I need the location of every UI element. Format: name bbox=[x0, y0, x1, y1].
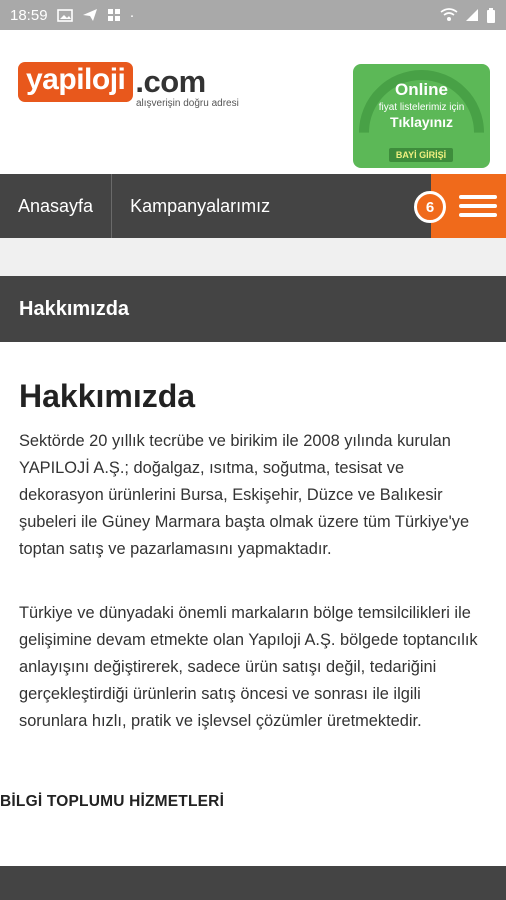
nav-item-anasayfa[interactable]: Anasayfa bbox=[0, 174, 111, 238]
spacer-band bbox=[0, 238, 506, 276]
dealer-login-banner[interactable]: Online fiyat listelerimiz için Tıklayını… bbox=[353, 64, 490, 168]
page-content: Hakkımızda Sektörde 20 yıllık tecrübe ve… bbox=[0, 342, 506, 866]
site-header: yapiloji .com alışverişin doğru adresi O… bbox=[0, 30, 506, 174]
status-time: 18:59 bbox=[10, 6, 48, 24]
logo-suffix: .com bbox=[135, 64, 206, 99]
promo-subtitle: fiyat listelerimiz için bbox=[378, 102, 465, 113]
hamburger-icon bbox=[458, 195, 497, 217]
logo-row: yapiloji .com bbox=[18, 62, 239, 102]
promo-cta: Tıklayınız bbox=[389, 114, 454, 130]
footer-bar bbox=[0, 866, 506, 900]
info-society-services-link[interactable]: BİLGİ TOPLUMU HİZMETLERİ bbox=[0, 793, 224, 811]
cart-count-badge[interactable]: 6 bbox=[414, 191, 446, 223]
about-paragraph-2: Türkiye ve dünyadaki önemli markaların b… bbox=[19, 604, 478, 730]
send-icon bbox=[82, 8, 98, 22]
wifi-icon bbox=[440, 8, 458, 22]
status-right bbox=[440, 7, 496, 23]
section-title-bar: Hakkımızda bbox=[0, 276, 506, 342]
status-dot: · bbox=[129, 6, 135, 24]
logo-tagline: alışverişin doğru adresi bbox=[136, 98, 239, 109]
status-bar: 18:59 · bbox=[0, 0, 506, 30]
logo-main: yapiloji bbox=[18, 62, 134, 102]
promo-title: Online bbox=[395, 80, 448, 99]
about-paragraph-1: Sektörde 20 yıllık tecrübe ve birikim il… bbox=[19, 432, 470, 558]
battery-icon bbox=[486, 7, 496, 23]
status-left: 18:59 · bbox=[10, 7, 135, 24]
image-icon bbox=[56, 8, 73, 22]
grid-icon bbox=[107, 8, 121, 22]
dealer-login-button[interactable]: BAYİ GİRİŞİ bbox=[389, 148, 453, 162]
nav-item-kampanyalar[interactable]: Kampanyalarımız bbox=[112, 174, 288, 238]
page-title: Hakkımızda bbox=[19, 378, 196, 414]
signal-icon bbox=[465, 8, 479, 22]
site-logo[interactable]: yapiloji .com alışverişin doğru adresi bbox=[18, 62, 239, 109]
